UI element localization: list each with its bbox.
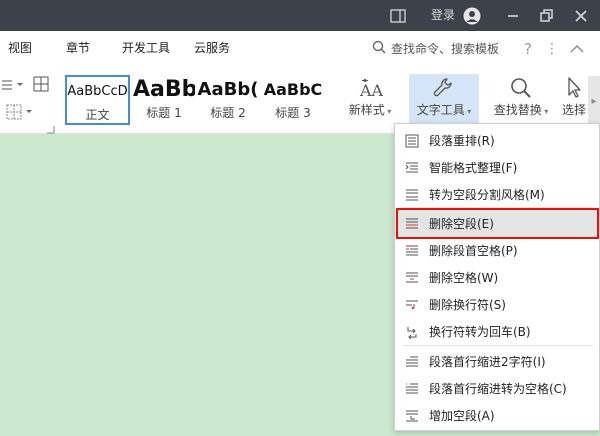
paragraph-rearrange-icon (395, 134, 429, 148)
command-search[interactable]: 查找命令、搜索模板 (372, 31, 499, 66)
delete-leading-space-icon (395, 244, 429, 258)
text-tool-button[interactable]: 文字工具 ▾ (409, 74, 479, 128)
dropdown-item[interactable]: 删除换行符(S) (395, 291, 599, 318)
minimize-icon[interactable] (500, 0, 526, 31)
menu-chapter[interactable]: 章节 (66, 31, 90, 66)
dropdown-item-label: 转为空段分割风格(M) (429, 188, 545, 202)
close-icon[interactable] (568, 0, 594, 31)
svg-text:AA: AA (359, 81, 383, 100)
text-tool-dropdown: 段落重排(R) 智能格式整理(F) 转为空段分割风格(M) 删除空段(E) 删除段首空格… (394, 123, 600, 431)
dropdown-item-label: 智能格式整理(F) (429, 161, 518, 175)
style-heading-3-sample: AaBbC (263, 80, 323, 99)
menu-separator (403, 345, 593, 346)
dropdown-item[interactable]: 段落首行缩进转为空格(C) (395, 375, 599, 402)
menu-dev-tools[interactable]: 开发工具 (122, 31, 170, 66)
sidebar-toggle-icon[interactable] (388, 0, 408, 31)
menu-view[interactable]: 视图 (8, 31, 32, 66)
login-link[interactable]: 登录 (431, 0, 455, 31)
add-empty-para-icon (395, 409, 429, 423)
border-icon[interactable] (33, 76, 49, 95)
dropdown-item[interactable]: 智能格式整理(F) (395, 154, 599, 181)
style-normal[interactable]: AaBbCcD 正文 (65, 75, 130, 125)
ribbon-scroll-right-icon[interactable]: ▸ (588, 76, 600, 126)
dropdown-item-label: 换行符转为回车(B) (429, 325, 531, 339)
indent-to-space-icon (395, 382, 429, 396)
new-style-label: 新样式 (348, 103, 385, 117)
restore-icon[interactable] (533, 0, 559, 31)
style-heading-2[interactable]: AaBb( 标题 2 (197, 75, 259, 125)
delete-line-break-icon (395, 298, 429, 312)
search-placeholder: 查找命令、搜索模板 (391, 42, 500, 56)
dropdown-item[interactable]: 换行符转为回车(B) (395, 318, 599, 345)
text-tool-label: 文字工具 (416, 103, 465, 117)
empty-para-split-icon (395, 188, 429, 202)
style-normal-caption: 正文 (85, 108, 110, 122)
select-button[interactable]: 选择 (558, 74, 592, 128)
search-icon (372, 40, 386, 57)
style-heading-1[interactable]: AaBb 标题 1 (133, 75, 195, 125)
line-break-to-enter-icon (395, 325, 429, 339)
style-normal-sample: AaBbCcD (67, 84, 128, 99)
dropdown-item-label: 段落重排(R) (429, 134, 495, 148)
style-heading-3-caption: 标题 3 (275, 106, 311, 120)
more-options-icon[interactable]: ⋮ (545, 31, 559, 66)
dropdown-item-label: 段落首行缩进转为空格(C) (429, 382, 567, 396)
table-border-icon[interactable] (6, 104, 34, 123)
dialog-launcher-icon[interactable] (47, 123, 55, 137)
dropdown-item[interactable]: 段落首行缩进2字符(I) (395, 348, 599, 375)
collapse-ribbon-icon[interactable] (568, 31, 586, 66)
style-heading-1-caption: 标题 1 (146, 106, 182, 120)
first-line-indent-icon (395, 355, 429, 369)
style-heading-1-sample: AaBb (133, 77, 195, 102)
select-label: 选择 (562, 103, 587, 117)
dropdown-item[interactable]: 转为空段分割风格(M) (395, 181, 599, 208)
find-replace-label: 查找替换 (493, 103, 542, 117)
delete-space-icon (395, 271, 429, 285)
paragraph-tools (0, 66, 60, 134)
avatar-icon[interactable] (461, 0, 483, 31)
magnifier-icon (490, 74, 552, 102)
new-style-icon: AA (344, 74, 396, 102)
dropdown-item-label: 删除段首空格(P) (429, 244, 518, 258)
help-icon[interactable]: ? (520, 31, 536, 66)
line-spacing-icon[interactable] (2, 78, 26, 95)
dropdown-item[interactable]: 增加空段(A) (395, 402, 599, 429)
dropdown-item-label: 增加空段(A) (429, 409, 495, 423)
menu-bar: 视图 章节 开发工具 云服务 查找命令、搜索模板 ? ⋮ (0, 31, 600, 66)
style-heading-2-caption: 标题 2 (210, 106, 246, 120)
new-style-button[interactable]: AA 新样式 ▾ (344, 74, 396, 128)
highlight-annotation-box (396, 208, 599, 239)
dropdown-item[interactable]: 删除段首空格(P) (395, 237, 599, 264)
wrench-icon (409, 74, 479, 102)
menu-cloud-service[interactable]: 云服务 (194, 31, 230, 66)
dropdown-item[interactable]: 段落重排(R) (395, 127, 599, 154)
title-bar: 登录 (0, 0, 600, 31)
style-heading-2-sample: AaBb( (197, 79, 259, 100)
dropdown-item[interactable]: 删除空格(W) (395, 264, 599, 291)
dropdown-item-label: 删除换行符(S) (429, 298, 506, 312)
style-heading-3[interactable]: AaBbC 标题 3 (262, 75, 324, 125)
find-replace-button[interactable]: 查找替换 ▾ (490, 74, 552, 128)
dropdown-item-label: 删除空格(W) (429, 271, 499, 285)
cursor-arrow-icon (558, 74, 592, 102)
dropdown-item-label: 段落首行缩进2字符(I) (429, 355, 546, 369)
smart-format-icon (395, 161, 429, 175)
